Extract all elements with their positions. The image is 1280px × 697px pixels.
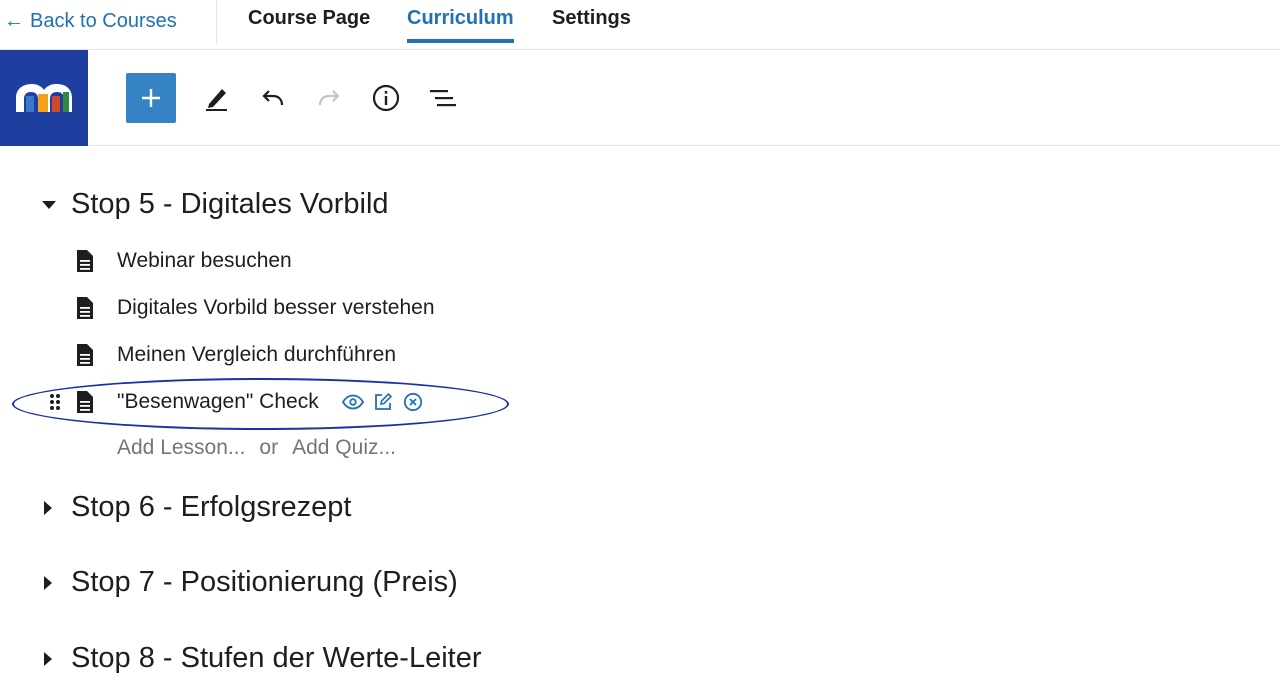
list-item[interactable]: Webinar besuchen	[72, 245, 292, 277]
edit-tool-button[interactable]	[192, 73, 242, 123]
drag-handle-icon[interactable]	[46, 390, 64, 414]
caret-right-icon[interactable]	[40, 574, 70, 592]
back-to-courses-label: Back to Courses	[30, 10, 177, 32]
back-to-courses-link[interactable]: ← Back to Courses	[4, 10, 177, 33]
list-item[interactable]: "Besenwagen" Check	[72, 386, 425, 418]
add-content-row: Add Lesson... or Add Quiz...	[117, 436, 396, 460]
tab-settings[interactable]: Settings	[552, 7, 631, 44]
section-title: Stop 5 - Digitales Vorbild	[71, 188, 389, 220]
arrow-left-icon: ←	[4, 10, 24, 32]
section-stop-7[interactable]: Stop 7 - Positionierung (Preis)	[40, 566, 458, 599]
pencil-icon	[206, 89, 227, 111]
lesson-label: Digitales Vorbild besser verstehen	[117, 296, 435, 319]
add-quiz-link[interactable]: Add Quiz...	[292, 436, 396, 459]
caret-right-icon[interactable]	[40, 499, 70, 517]
undo-button[interactable]	[248, 73, 298, 123]
caret-right-icon[interactable]	[40, 650, 70, 668]
list-item[interactable]: Meinen Vergleich durchführen	[72, 339, 396, 371]
undo-icon	[262, 90, 284, 106]
nav-divider	[216, 0, 217, 44]
info-icon	[372, 84, 400, 112]
section-stop-8[interactable]: Stop 8 - Stufen der Werte-Leiter	[40, 642, 482, 675]
document-icon	[72, 389, 98, 415]
document-icon	[72, 295, 98, 321]
edit-icon[interactable]	[371, 390, 395, 414]
redo-icon	[318, 90, 340, 106]
section-stop-5[interactable]: Stop 5 - Digitales Vorbild	[40, 188, 389, 221]
redo-button[interactable]	[304, 73, 354, 123]
moodle-logo-icon[interactable]	[0, 50, 88, 146]
editor-toolbar	[0, 50, 1280, 146]
section-title: Stop 6 - Erfolgsrezept	[71, 491, 352, 523]
or-separator: or	[259, 436, 279, 459]
lesson-actions	[341, 390, 425, 414]
eye-icon[interactable]	[341, 390, 365, 414]
section-title: Stop 8 - Stufen der Werte-Leiter	[71, 642, 482, 674]
top-navigation: ← Back to Courses Course Page Curriculum …	[0, 0, 1280, 50]
caret-down-icon[interactable]	[40, 199, 70, 211]
tab-curriculum[interactable]: Curriculum	[407, 7, 514, 43]
section-title: Stop 7 - Positionierung (Preis)	[71, 566, 458, 598]
details-button[interactable]	[361, 73, 411, 123]
lesson-label: Meinen Vergleich durchführen	[117, 343, 397, 366]
list-view-button[interactable]	[418, 73, 468, 123]
lesson-label: "Besenwagen" Check	[117, 390, 319, 413]
remove-icon[interactable]	[401, 390, 425, 414]
list-view-icon	[430, 90, 456, 107]
document-icon	[72, 248, 98, 274]
section-stop-6[interactable]: Stop 6 - Erfolgsrezept	[40, 491, 351, 524]
add-lesson-link[interactable]: Add Lesson...	[117, 436, 245, 459]
document-icon	[72, 342, 98, 368]
plus-icon	[142, 89, 160, 107]
add-block-button[interactable]	[126, 73, 176, 123]
lesson-label: Webinar besuchen	[117, 249, 292, 272]
tab-course-page[interactable]: Course Page	[248, 7, 370, 44]
list-item[interactable]: Digitales Vorbild besser verstehen	[72, 292, 435, 324]
